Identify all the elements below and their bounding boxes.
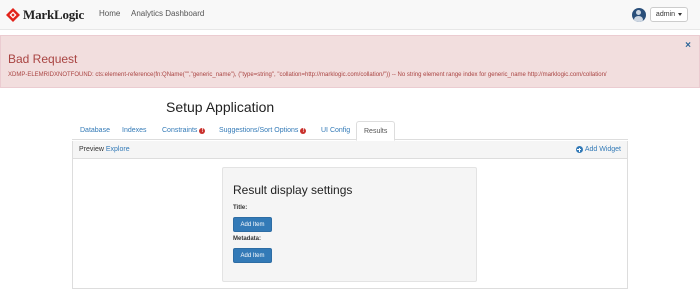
tab-label: Constraints: [162, 127, 198, 134]
tab-constraints[interactable]: Constraints!: [162, 121, 206, 140]
setup-tabs: Database Indexes Constraints! Suggestion…: [72, 121, 628, 141]
tab-label: UI Config: [321, 127, 351, 134]
marklogic-logo[interactable]: MarkLogic: [6, 7, 84, 23]
tab-ui-config[interactable]: UI Config: [321, 121, 350, 140]
tab-label: Results: [364, 128, 388, 135]
tab-label: Database: [80, 127, 110, 134]
caret-down-icon: [678, 13, 682, 16]
tab-database[interactable]: Database: [80, 121, 110, 140]
results-panel: Preview Explore Add Widget Result displa…: [72, 141, 628, 289]
tab-suggestions-sort-options[interactable]: Suggestions/Sort Options!: [219, 121, 307, 140]
explore-link[interactable]: Explore: [106, 146, 130, 153]
page-title: Setup Application: [166, 99, 275, 115]
error-alert: × Bad Request XDMP-ELEMRIDXNOTFOUND: cts…: [0, 35, 700, 88]
user-name: admin: [655, 11, 675, 18]
preview-text: Preview: [79, 146, 104, 153]
settings-title: Result display settings: [233, 183, 353, 197]
add-metadata-item-button[interactable]: Add Item: [233, 248, 272, 263]
user-dropdown-button[interactable]: admin: [649, 7, 688, 22]
add-title-item-button[interactable]: Add Item: [233, 217, 272, 232]
metadata-field-label: Metadata:: [233, 236, 262, 242]
alert-title: Bad Request: [8, 52, 78, 66]
preview-label: Preview Explore: [79, 146, 130, 153]
tab-label: Indexes: [122, 127, 147, 134]
warning-icon: !: [199, 128, 206, 134]
panel-header: Preview Explore Add Widget: [73, 141, 627, 159]
top-navbar: MarkLogic Home Analytics Dashboard admin: [0, 0, 700, 30]
result-display-settings: Result display settings Title: Add Item …: [222, 167, 477, 282]
title-field-label: Title:: [233, 205, 248, 211]
plus-circle-icon: [575, 146, 583, 153]
tab-indexes[interactable]: Indexes: [122, 121, 147, 140]
avatar[interactable]: [631, 7, 646, 22]
alert-message: XDMP-ELEMRIDXNOTFOUND: cts:element-refer…: [8, 72, 607, 78]
user-menu: admin: [631, 7, 688, 22]
close-icon[interactable]: ×: [685, 41, 691, 51]
add-widget-label: Add Widget: [584, 146, 621, 153]
brand-name: MarkLogic: [23, 7, 85, 22]
tab-results[interactable]: Results: [356, 121, 396, 141]
nav-analytics-dashboard-link[interactable]: Analytics Dashboard: [131, 9, 204, 18]
warning-icon: !: [300, 128, 307, 134]
tab-label: Suggestions/Sort Options: [219, 127, 299, 134]
marklogic-logo-icon: [6, 8, 20, 22]
nav-home-link[interactable]: Home: [99, 9, 120, 18]
add-widget-button[interactable]: Add Widget: [575, 146, 621, 153]
